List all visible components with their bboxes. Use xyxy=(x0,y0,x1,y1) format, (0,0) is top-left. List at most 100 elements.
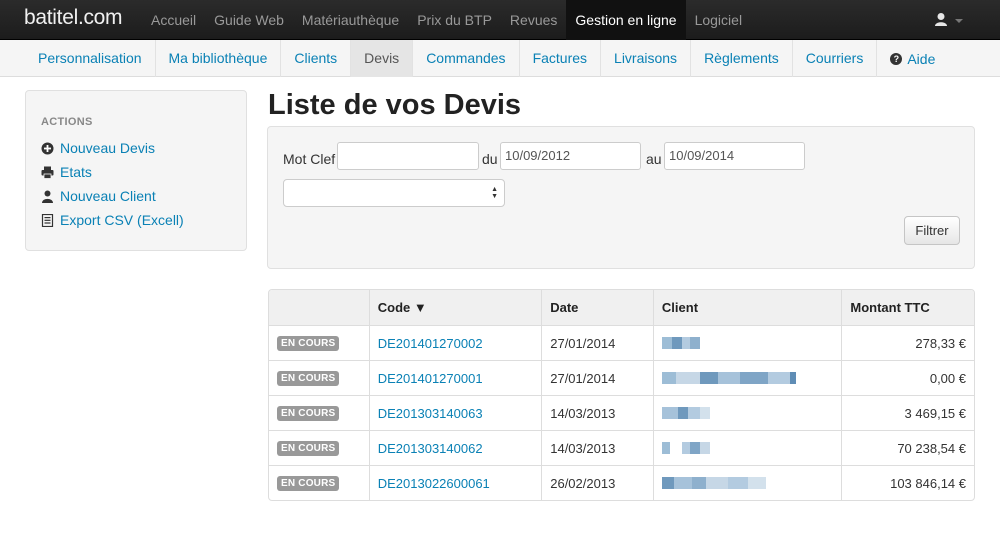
code-cell: DE201401270001 xyxy=(368,361,542,395)
client-name-redacted xyxy=(661,442,710,454)
amount-cell: 70 238,54 € xyxy=(841,431,974,465)
client-name-redacted xyxy=(661,477,766,489)
client-name-redacted xyxy=(661,372,796,384)
tab-personnalisation[interactable]: Personnalisation xyxy=(25,40,156,77)
quote-code-link[interactable]: DE201303140062 xyxy=(378,441,483,456)
sidebar-item-export-csv[interactable]: Export CSV (Excell) xyxy=(41,208,184,232)
question-circle-icon: ? xyxy=(890,52,903,65)
column-header-status xyxy=(269,290,369,325)
table-header-row: Code ▼ Date Client Montant TTC xyxy=(269,290,974,325)
help-label: Aide xyxy=(907,50,936,67)
client-name-redacted xyxy=(661,337,700,349)
amount-cell: 0,00 € xyxy=(841,361,974,395)
keyword-input[interactable] xyxy=(337,142,479,170)
sidebar-item-etats[interactable]: Etats xyxy=(41,160,184,184)
client-cell xyxy=(652,326,841,360)
sidebar-item-label: Nouveau Devis xyxy=(60,140,155,156)
quote-code-link[interactable]: DE201303140063 xyxy=(378,406,483,421)
sidebar-item-label: Etats xyxy=(60,164,92,180)
status-badge: EN COURS xyxy=(277,440,340,456)
top-nav-item-accueil[interactable]: Accueil xyxy=(142,0,205,40)
status-cell: EN COURS xyxy=(269,396,369,430)
filter-button[interactable]: Filtrer xyxy=(904,216,960,245)
status-cell: EN COURS xyxy=(269,431,369,465)
secondary-navbar: Personnalisation Ma bibliothèque Clients… xyxy=(0,40,1000,77)
code-cell: DE201303140062 xyxy=(368,431,542,465)
amount-cell: 278,33 € xyxy=(841,326,974,360)
status-badge: EN COURS xyxy=(277,475,340,491)
client-cell xyxy=(652,361,841,395)
keyword-label: Mot Clef xyxy=(283,151,336,167)
tab-commandes[interactable]: Commandes xyxy=(413,40,520,77)
sidebar-item-nouveau-devis[interactable]: Nouveau Devis xyxy=(41,136,184,160)
date-cell: 14/03/2013 xyxy=(541,431,653,465)
date-cell: 27/01/2014 xyxy=(541,326,653,360)
select-arrows-icon: ▲ ▼ xyxy=(491,186,498,200)
tab-courriers[interactable]: Courriers xyxy=(793,40,878,77)
code-cell: DE201401270002 xyxy=(368,326,542,360)
sidebar-item-nouveau-client[interactable]: Nouveau Client xyxy=(41,184,184,208)
list-document-icon xyxy=(41,213,54,227)
caret-down-icon xyxy=(955,19,963,23)
date-to-input[interactable]: 10/09/2014 xyxy=(664,142,805,170)
printer-icon xyxy=(41,166,54,179)
date-cell: 27/01/2014 xyxy=(541,361,653,395)
sidebar-item-label: Nouveau Client xyxy=(60,188,156,204)
top-nav-item-materiautheque[interactable]: Matériauthèque xyxy=(293,0,408,40)
date-cell: 26/02/2013 xyxy=(541,466,653,500)
table-row: EN COURS DE201303140063 14/03/2013 3 469… xyxy=(269,395,974,430)
status-badge: EN COURS xyxy=(277,335,340,351)
column-header-date[interactable]: Date xyxy=(541,290,653,325)
quote-code-link[interactable]: DE2013022600061 xyxy=(378,476,490,491)
actions-sidebar: ACTIONS Nouveau Devis Etats Nouveau Clie… xyxy=(25,90,247,251)
table-row: EN COURS DE201401270002 27/01/2014 278,3… xyxy=(269,325,974,360)
brand-logo[interactable]: batitel.com xyxy=(24,6,123,30)
tab-factures[interactable]: Factures xyxy=(520,40,602,77)
column-header-code[interactable]: Code ▼ xyxy=(368,290,542,325)
top-navbar: batitel.com Accueil Guide Web Matériauth… xyxy=(0,0,1000,40)
status-select[interactable]: ▲ ▼ xyxy=(283,179,505,207)
top-nav-item-guide-web[interactable]: Guide Web xyxy=(205,0,293,40)
sidebar-heading: ACTIONS xyxy=(41,116,93,128)
amount-cell: 3 469,15 € xyxy=(841,396,974,430)
filter-panel: Mot Clef du 10/09/2012 au 10/09/2014 ▲ ▼ … xyxy=(267,126,975,269)
user-icon xyxy=(935,13,963,26)
help-link[interactable]: ? Aide xyxy=(877,40,948,77)
page-title: Liste de vos Devis xyxy=(268,89,522,121)
date-from-label: du xyxy=(482,151,498,167)
table-row: EN COURS DE2013022600061 26/02/2013 103 … xyxy=(269,465,974,500)
tab-ma-bibliotheque[interactable]: Ma bibliothèque xyxy=(156,40,282,77)
tab-livraisons[interactable]: Livraisons xyxy=(601,40,692,77)
column-header-client[interactable]: Client xyxy=(652,290,841,325)
status-cell: EN COURS xyxy=(269,361,369,395)
user-menu-button[interactable] xyxy=(934,12,966,28)
quote-code-link[interactable]: DE201401270002 xyxy=(378,336,483,351)
sidebar-actions-list: Nouveau Devis Etats Nouveau Client Expor… xyxy=(41,136,184,232)
top-nav-item-revues[interactable]: Revues xyxy=(501,0,566,40)
column-header-amount[interactable]: Montant TTC xyxy=(841,290,974,325)
quote-code-link[interactable]: DE201401270001 xyxy=(378,371,483,386)
table-row: EN COURS DE201303140062 14/03/2013 70 23… xyxy=(269,430,974,465)
date-from-input[interactable]: 10/09/2012 xyxy=(500,142,641,170)
code-cell: DE2013022600061 xyxy=(368,466,542,500)
client-cell xyxy=(652,431,841,465)
status-cell: EN COURS xyxy=(269,466,369,500)
plus-circle-icon xyxy=(41,142,54,155)
date-to-label: au xyxy=(646,151,662,167)
status-badge: EN COURS xyxy=(277,405,340,421)
code-cell: DE201303140063 xyxy=(368,396,542,430)
top-nav-item-gestion-en-ligne[interactable]: Gestion en ligne xyxy=(566,0,686,40)
date-cell: 14/03/2013 xyxy=(541,396,653,430)
status-badge: EN COURS xyxy=(277,370,340,386)
tab-devis[interactable]: Devis xyxy=(351,40,414,77)
tab-reglements[interactable]: Règlements xyxy=(691,40,793,77)
tab-clients[interactable]: Clients xyxy=(281,40,352,77)
status-cell: EN COURS xyxy=(269,326,369,360)
table-row: EN COURS DE201401270001 27/01/2014 0,00 … xyxy=(269,360,974,395)
top-nav-item-prix-du-btp[interactable]: Prix du BTP xyxy=(408,0,501,40)
user-icon xyxy=(41,190,54,203)
top-nav-item-logiciel[interactable]: Logiciel xyxy=(686,0,751,40)
quotes-table: Code ▼ Date Client Montant TTC EN COURS … xyxy=(268,289,975,501)
sub-nav: Personnalisation Ma bibliothèque Clients… xyxy=(25,40,948,77)
amount-cell: 103 846,14 € xyxy=(841,466,974,500)
